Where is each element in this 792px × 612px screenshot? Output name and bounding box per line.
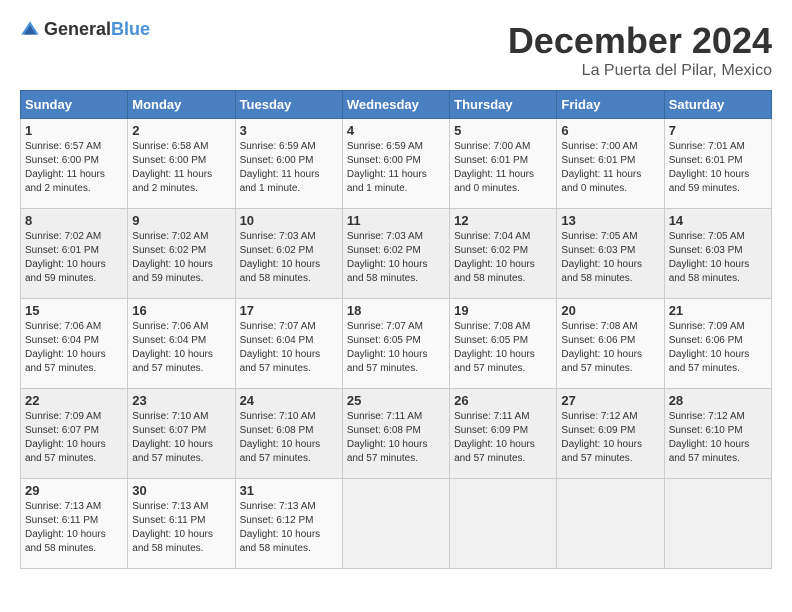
day-10: 10 Sunrise: 7:03 AMSunset: 6:02 PMDaylig… [235,209,342,299]
day-2: 2 Sunrise: 6:58 AMSunset: 6:00 PMDayligh… [128,119,235,209]
day-1: 1 Sunrise: 6:57 AMSunset: 6:00 PMDayligh… [21,119,128,209]
day-4: 4 Sunrise: 6:59 AMSunset: 6:00 PMDayligh… [342,119,449,209]
table-row: 8 Sunrise: 7:02 AMSunset: 6:01 PMDayligh… [21,209,772,299]
day-22: 22 Sunrise: 7:09 AMSunset: 6:07 PMDaylig… [21,389,128,479]
table-row: 1 Sunrise: 6:57 AMSunset: 6:00 PMDayligh… [21,119,772,209]
col-friday: Friday [557,91,664,119]
col-sunday: Sunday [21,91,128,119]
title-section: December 2024 La Puerta del Pilar, Mexic… [508,20,772,80]
day-28: 28 Sunrise: 7:12 AMSunset: 6:10 PMDaylig… [664,389,771,479]
day-31: 31 Sunrise: 7:13 AMSunset: 6:12 PMDaylig… [235,479,342,569]
day-7: 7 Sunrise: 7:01 AMSunset: 6:01 PMDayligh… [664,119,771,209]
day-17: 17 Sunrise: 7:07 AMSunset: 6:04 PMDaylig… [235,299,342,389]
calendar-subtitle: La Puerta del Pilar, Mexico [508,62,772,80]
day-30: 30 Sunrise: 7:13 AMSunset: 6:11 PMDaylig… [128,479,235,569]
col-saturday: Saturday [664,91,771,119]
col-monday: Monday [128,91,235,119]
day-27: 27 Sunrise: 7:12 AMSunset: 6:09 PMDaylig… [557,389,664,479]
day-26: 26 Sunrise: 7:11 AMSunset: 6:09 PMDaylig… [450,389,557,479]
day-18: 18 Sunrise: 7:07 AMSunset: 6:05 PMDaylig… [342,299,449,389]
day-21: 21 Sunrise: 7:09 AMSunset: 6:06 PMDaylig… [664,299,771,389]
logo-text-blue: Blue [111,19,150,39]
empty-cell [342,479,449,569]
day-6: 6 Sunrise: 7:00 AMSunset: 6:01 PMDayligh… [557,119,664,209]
col-thursday: Thursday [450,91,557,119]
empty-cell [450,479,557,569]
day-14: 14 Sunrise: 7:05 AMSunset: 6:03 PMDaylig… [664,209,771,299]
table-row: 15 Sunrise: 7:06 AMSunset: 6:04 PMDaylig… [21,299,772,389]
empty-cell [557,479,664,569]
day-9: 9 Sunrise: 7:02 AMSunset: 6:02 PMDayligh… [128,209,235,299]
day-15: 15 Sunrise: 7:06 AMSunset: 6:04 PMDaylig… [21,299,128,389]
day-24: 24 Sunrise: 7:10 AMSunset: 6:08 PMDaylig… [235,389,342,479]
day-3: 3 Sunrise: 6:59 AMSunset: 6:00 PMDayligh… [235,119,342,209]
calendar-title: December 2024 [508,20,772,62]
calendar-table: Sunday Monday Tuesday Wednesday Thursday… [20,90,772,569]
day-12: 12 Sunrise: 7:04 AMSunset: 6:02 PMDaylig… [450,209,557,299]
day-13: 13 Sunrise: 7:05 AMSunset: 6:03 PMDaylig… [557,209,664,299]
day-19: 19 Sunrise: 7:08 AMSunset: 6:05 PMDaylig… [450,299,557,389]
day-11: 11 Sunrise: 7:03 AMSunset: 6:02 PMDaylig… [342,209,449,299]
table-row: 29 Sunrise: 7:13 AMSunset: 6:11 PMDaylig… [21,479,772,569]
col-tuesday: Tuesday [235,91,342,119]
day-20: 20 Sunrise: 7:08 AMSunset: 6:06 PMDaylig… [557,299,664,389]
col-wednesday: Wednesday [342,91,449,119]
header-row: Sunday Monday Tuesday Wednesday Thursday… [21,91,772,119]
day-25: 25 Sunrise: 7:11 AMSunset: 6:08 PMDaylig… [342,389,449,479]
day-16: 16 Sunrise: 7:06 AMSunset: 6:04 PMDaylig… [128,299,235,389]
empty-cell [664,479,771,569]
table-row: 22 Sunrise: 7:09 AMSunset: 6:07 PMDaylig… [21,389,772,479]
day-8: 8 Sunrise: 7:02 AMSunset: 6:01 PMDayligh… [21,209,128,299]
day-29: 29 Sunrise: 7:13 AMSunset: 6:11 PMDaylig… [21,479,128,569]
day-5: 5 Sunrise: 7:00 AMSunset: 6:01 PMDayligh… [450,119,557,209]
logo-text-general: General [44,19,111,39]
day-23: 23 Sunrise: 7:10 AMSunset: 6:07 PMDaylig… [128,389,235,479]
page-header: GeneralBlue December 2024 La Puerta del … [20,20,772,80]
logo-icon [20,20,40,40]
logo: GeneralBlue [20,20,150,40]
